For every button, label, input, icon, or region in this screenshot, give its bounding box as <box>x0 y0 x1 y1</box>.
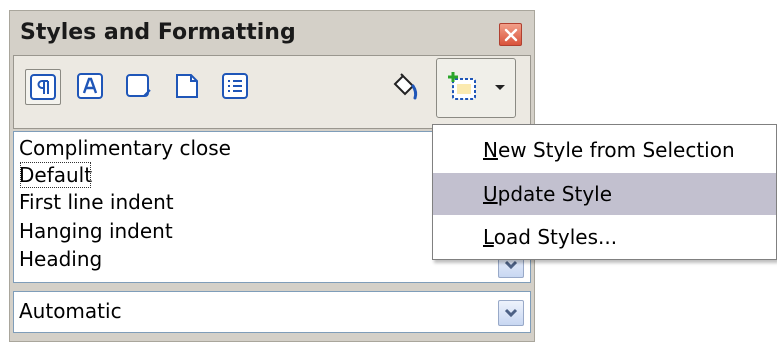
style-filter-select[interactable]: Automatic <box>13 291 531 333</box>
frame-styles-icon <box>126 74 151 97</box>
menu-item-load-styles[interactable]: Load Styles... <box>433 216 776 258</box>
menu-item-label: Load Styles... <box>483 225 618 249</box>
style-filter-dropdown-button[interactable] <box>498 300 524 326</box>
fill-format-mode-button[interactable] <box>386 69 422 105</box>
page-styles-icon <box>176 74 198 98</box>
panel-titlebar[interactable]: Styles and Formatting <box>10 11 534 55</box>
character-styles-button[interactable] <box>73 69 109 105</box>
menu-item-label: New Style from Selection <box>483 138 735 162</box>
close-button[interactable] <box>499 23 522 46</box>
list-item[interactable]: Hanging indent <box>19 217 173 245</box>
menu-item-label: Update Style <box>483 182 613 206</box>
list-item[interactable]: Default <box>19 161 92 189</box>
new-style-from-selection-button[interactable] <box>436 58 516 118</box>
chevron-down-icon <box>504 308 518 318</box>
frame-styles-button[interactable] <box>121 69 157 105</box>
menu-item-new-style-from-selection[interactable]: New Style from Selection <box>433 129 776 171</box>
paragraph-styles-icon <box>30 74 56 100</box>
character-styles-icon <box>77 73 103 99</box>
panel-title: Styles and Formatting <box>20 20 296 45</box>
chevron-down-icon <box>504 260 518 270</box>
list-styles-icon <box>222 73 248 99</box>
list-item[interactable]: First line indent <box>19 188 174 216</box>
chevron-down-icon <box>495 85 505 90</box>
list-item[interactable]: Complimentary close <box>19 134 231 162</box>
style-filter-value: Automatic <box>19 299 122 323</box>
paragraph-styles-button[interactable] <box>25 69 61 105</box>
new-style-dropdown-menu: New Style from Selection Update Style Lo… <box>432 124 777 260</box>
fill-format-mode-icon <box>393 73 418 100</box>
list-styles-button[interactable] <box>218 69 254 105</box>
style-toolbar <box>13 55 531 129</box>
list-item[interactable]: Heading <box>19 245 102 273</box>
new-style-from-selection-icon <box>448 72 476 100</box>
menu-item-update-style[interactable]: Update Style <box>433 173 776 215</box>
close-icon <box>504 28 518 42</box>
page-styles-button[interactable] <box>170 69 206 105</box>
